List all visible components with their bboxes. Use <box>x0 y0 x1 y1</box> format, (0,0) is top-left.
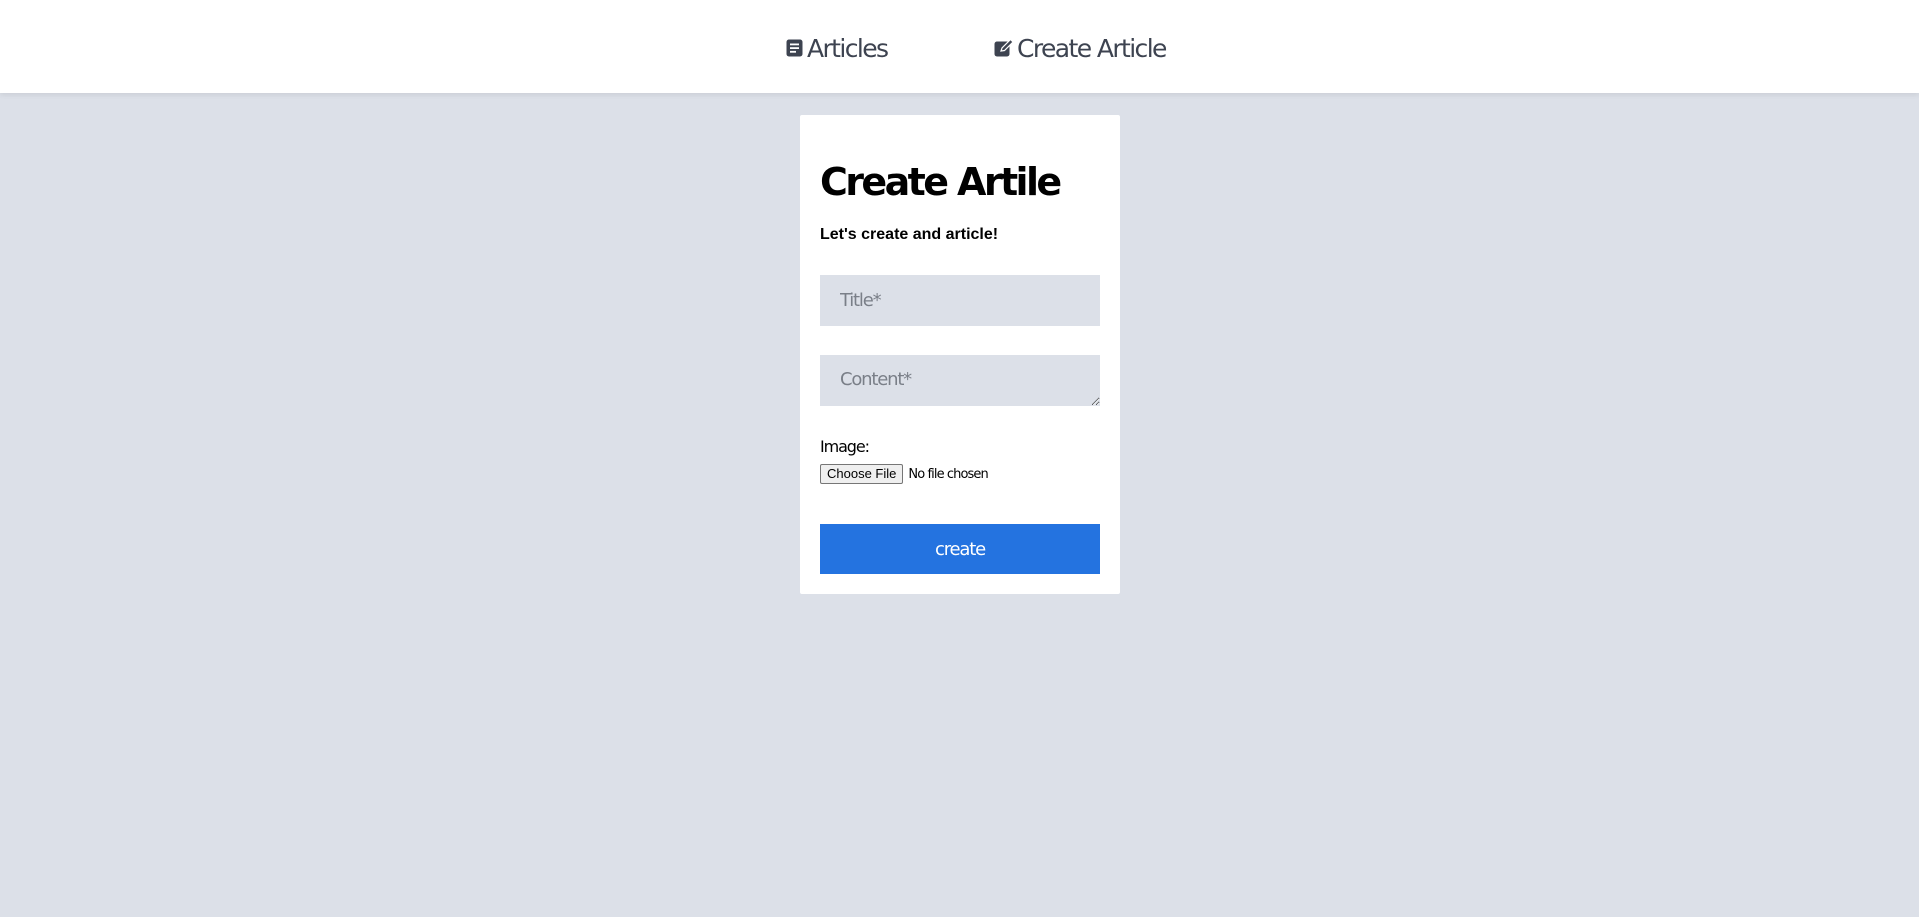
edit-square-icon <box>994 37 1014 59</box>
nav-link-create-article[interactable]: Create Article <box>994 30 1167 66</box>
nav-link-create-article-label: Create Article <box>1017 33 1167 63</box>
page-subtitle: Let's create and article! <box>820 226 999 243</box>
create-article-card: Create Artile Let's create and article! … <box>800 115 1120 594</box>
title-input[interactable] <box>820 275 1100 326</box>
file-upload: Choose File No file chosen <box>820 464 989 484</box>
nav-link-articles-label: Articles <box>807 33 889 63</box>
create-button[interactable]: create <box>820 524 1100 574</box>
file-status-text: No file chosen <box>908 466 988 482</box>
page-title: Create Artile <box>820 160 1062 204</box>
content-input[interactable] <box>820 355 1100 406</box>
nav-link-articles[interactable]: Articles <box>784 30 889 66</box>
document-list-icon <box>784 37 804 59</box>
top-navbar: Articles Create Article <box>0 0 1919 93</box>
image-label: Image: <box>820 437 870 456</box>
choose-file-button[interactable]: Choose File <box>820 464 904 484</box>
